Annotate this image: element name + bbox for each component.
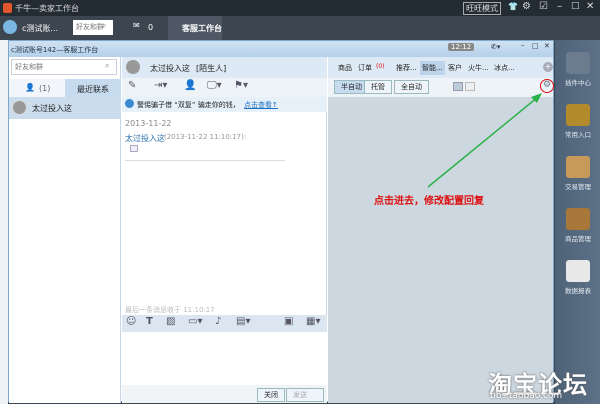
avatar[interactable]: [3, 20, 17, 34]
chat-header: 太过投入这 [陌生人]: [122, 57, 327, 78]
notice-link[interactable]: 点击查看↑: [244, 100, 278, 110]
avatar: [126, 60, 140, 74]
settings-icon[interactable]: ▦▾: [306, 316, 320, 327]
phone-icon[interactable]: ✆▾: [491, 43, 500, 51]
picture-icon[interactable]: ▨: [166, 316, 175, 327]
emoji-icon[interactable]: ☺: [126, 316, 136, 327]
plugin-icon: [566, 156, 590, 178]
avatar: [12, 100, 27, 115]
plugin-icon: [566, 260, 590, 282]
image-icon[interactable]: [130, 145, 138, 152]
app-logo-icon: [3, 3, 12, 13]
chat-footer: 关闭 发送: [122, 385, 327, 403]
screenshot-icon[interactable]: ▭▾: [188, 316, 202, 327]
divider: [125, 160, 285, 161]
plugin-icon: [566, 104, 590, 126]
transfer-icon[interactable]: ⇥▾: [154, 80, 167, 91]
shake-icon[interactable]: ♪: [215, 316, 221, 327]
contact-panel: ⌕ 👤 (1) 最近联系 太过投入这: [9, 57, 121, 403]
sidebar-item-3[interactable]: 商品管理: [561, 208, 595, 243]
plugin-icon: [566, 52, 590, 74]
quick-reply-icon[interactable]: ▤▾: [236, 316, 250, 327]
chat-record-icon[interactable]: ▣: [284, 316, 293, 327]
minimize-button[interactable]: –: [521, 41, 525, 49]
mail-icon[interactable]: ✉: [133, 21, 140, 30]
close-button[interactable]: ✕: [544, 42, 550, 50]
search-input[interactable]: [73, 20, 113, 35]
time-badge: 12:12: [448, 43, 475, 51]
sidebar-item-4[interactable]: 数据报表: [561, 260, 595, 295]
app-title: 千牛—卖家工作台: [15, 4, 79, 13]
maximize-button[interactable]: □: [532, 42, 539, 50]
plugin-icon: [566, 208, 590, 230]
workbench-window: c测试账号142—客服工作台 12:12 ✆▾ – □ ✕ ⌕ 👤 (1) 最近…: [8, 40, 554, 403]
background-panel: [0, 40, 8, 404]
annotation-arrow: [427, 93, 542, 188]
contact-search-input[interactable]: [11, 59, 117, 75]
mail-count: 0: [148, 23, 154, 32]
message-icon[interactable]: ☑: [539, 1, 548, 12]
chat-contact-name: 太过投入这: [150, 64, 190, 73]
screen-icon[interactable]: 🖵▾: [207, 80, 222, 91]
sidebar-item-0[interactable]: 插件中心: [561, 52, 595, 87]
tab-recent[interactable]: 最近联系: [65, 79, 121, 97]
message-input[interactable]: [122, 332, 327, 385]
top-bar: c测试账... ⌕ ✉ 0 客服工作台: [0, 16, 600, 40]
chat-date: 2013-11-22: [125, 119, 172, 128]
gear-icon[interactable]: ⚙: [522, 1, 531, 12]
input-toolbar: ☺ T ▨ ▭▾ ♪ ▤▾ ▣ ▦▾: [122, 315, 327, 332]
user-icon: 👤: [25, 83, 35, 92]
window-title-bar: c测试账号142—客服工作台 12:12 ✆▾ – □ ✕: [9, 41, 553, 57]
watermark-url: bbs.taobao.com: [490, 391, 563, 401]
chat-panel: 太过投入这 [陌生人] ✎ ⇥▾ 👤 🖵▾ ⚑▾ 警惕骗子借 “双复” 骗走你的…: [122, 57, 327, 403]
notice-bar: 警惕骗子借 “双复” 骗走你的钱， 点击查看↑: [122, 97, 327, 112]
account-name[interactable]: c测试账...: [22, 23, 58, 34]
info-icon: [125, 99, 134, 108]
workbench-tab[interactable]: 客服工作台: [168, 16, 222, 40]
plugin-panel: 商品 订单 (0) 推荐... 智能... 客户 火牛... 冰点... + ⚙ 半自动 托管 全自…: [328, 57, 554, 403]
maximize-button[interactable]: □: [571, 1, 580, 11]
skin-icon[interactable]: 👕: [508, 2, 518, 11]
add-user-icon[interactable]: 👤: [184, 80, 196, 91]
contact-item[interactable]: 太过投入这: [9, 97, 121, 119]
sidebar-item-1[interactable]: 常用入口: [561, 104, 595, 139]
app-title-bar: 千牛—卖家工作台 旺旺模式 👕 ⚙ ☑ – □ ✕: [0, 0, 600, 16]
close-chat-button[interactable]: 关闭: [257, 388, 285, 402]
search-icon: ⌕: [102, 21, 107, 30]
close-button[interactable]: ✕: [586, 1, 594, 12]
edit-icon[interactable]: ✎: [128, 80, 136, 91]
search-icon: ⌕: [105, 61, 110, 70]
font-icon[interactable]: T: [146, 316, 153, 327]
sidebar-item-2[interactable]: 交易管理: [561, 156, 595, 191]
tab-friends[interactable]: 👤 (1): [9, 79, 65, 97]
message-sender: 太过投入这: [125, 134, 165, 143]
send-button[interactable]: 发送: [286, 388, 324, 402]
minimize-button[interactable]: –: [557, 1, 562, 12]
wangwang-mode-button[interactable]: 旺旺模式: [463, 2, 501, 15]
plugin-sidebar: 插件中心常用入口交易管理商品管理数据报表: [555, 40, 600, 404]
last-message-info: 最后一条消息收于 11:10:17: [125, 306, 215, 314]
chat-toolbar: ✎ ⇥▾ 👤 🖵▾ ⚑▾: [122, 78, 327, 97]
badge-icon[interactable]: ⚑▾: [234, 80, 248, 91]
